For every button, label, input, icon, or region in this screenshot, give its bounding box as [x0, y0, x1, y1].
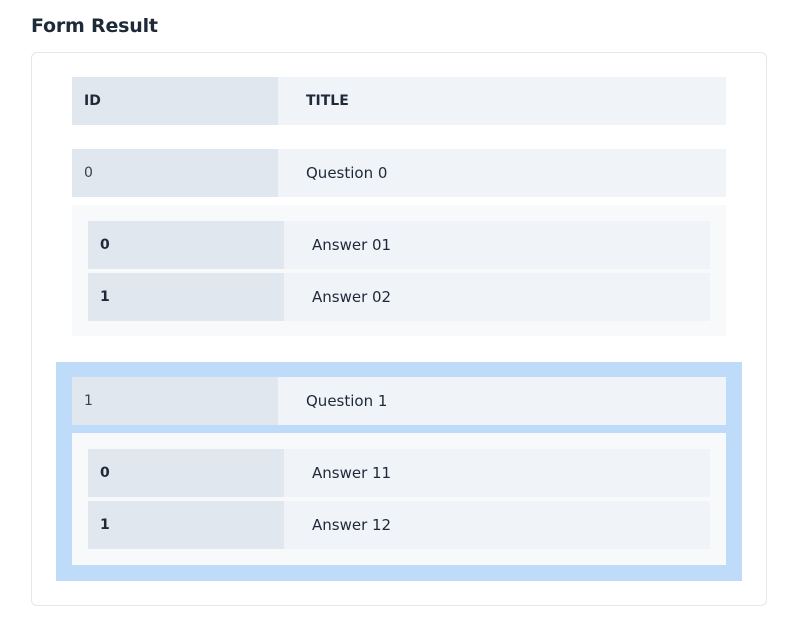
answer-row[interactable]: 0 Answer 01	[88, 221, 710, 269]
answer-list: 0 Answer 11 1 Answer 12	[72, 433, 726, 565]
answer-row[interactable]: 1 Answer 02	[88, 273, 710, 321]
header-title: TITLE	[278, 77, 726, 125]
header-id: ID	[72, 77, 278, 125]
question-title: Question 1	[278, 377, 726, 425]
answer-title: Answer 01	[284, 221, 710, 269]
answer-row[interactable]: 1 Answer 12	[88, 501, 710, 549]
table-header: ID TITLE	[72, 77, 726, 125]
answer-title: Answer 11	[284, 449, 710, 497]
form-result-card: ID TITLE 0 Question 0 0 Answer 01 1 Answ…	[31, 52, 767, 606]
answer-id: 1	[88, 273, 284, 321]
page-title: Form Result	[31, 15, 158, 37]
question-id: 0	[72, 149, 278, 197]
answer-id: 0	[88, 221, 284, 269]
answer-title: Answer 02	[284, 273, 710, 321]
question-id: 1	[72, 377, 278, 425]
question-row[interactable]: 0 Question 0	[72, 149, 726, 197]
question-row[interactable]: 1 Question 1	[72, 377, 726, 425]
answer-title: Answer 12	[284, 501, 710, 549]
question-title: Question 0	[278, 149, 726, 197]
answer-id: 0	[88, 449, 284, 497]
answer-id: 1	[88, 501, 284, 549]
answer-row[interactable]: 0 Answer 11	[88, 449, 710, 497]
answer-list: 0 Answer 01 1 Answer 02	[72, 205, 726, 336]
